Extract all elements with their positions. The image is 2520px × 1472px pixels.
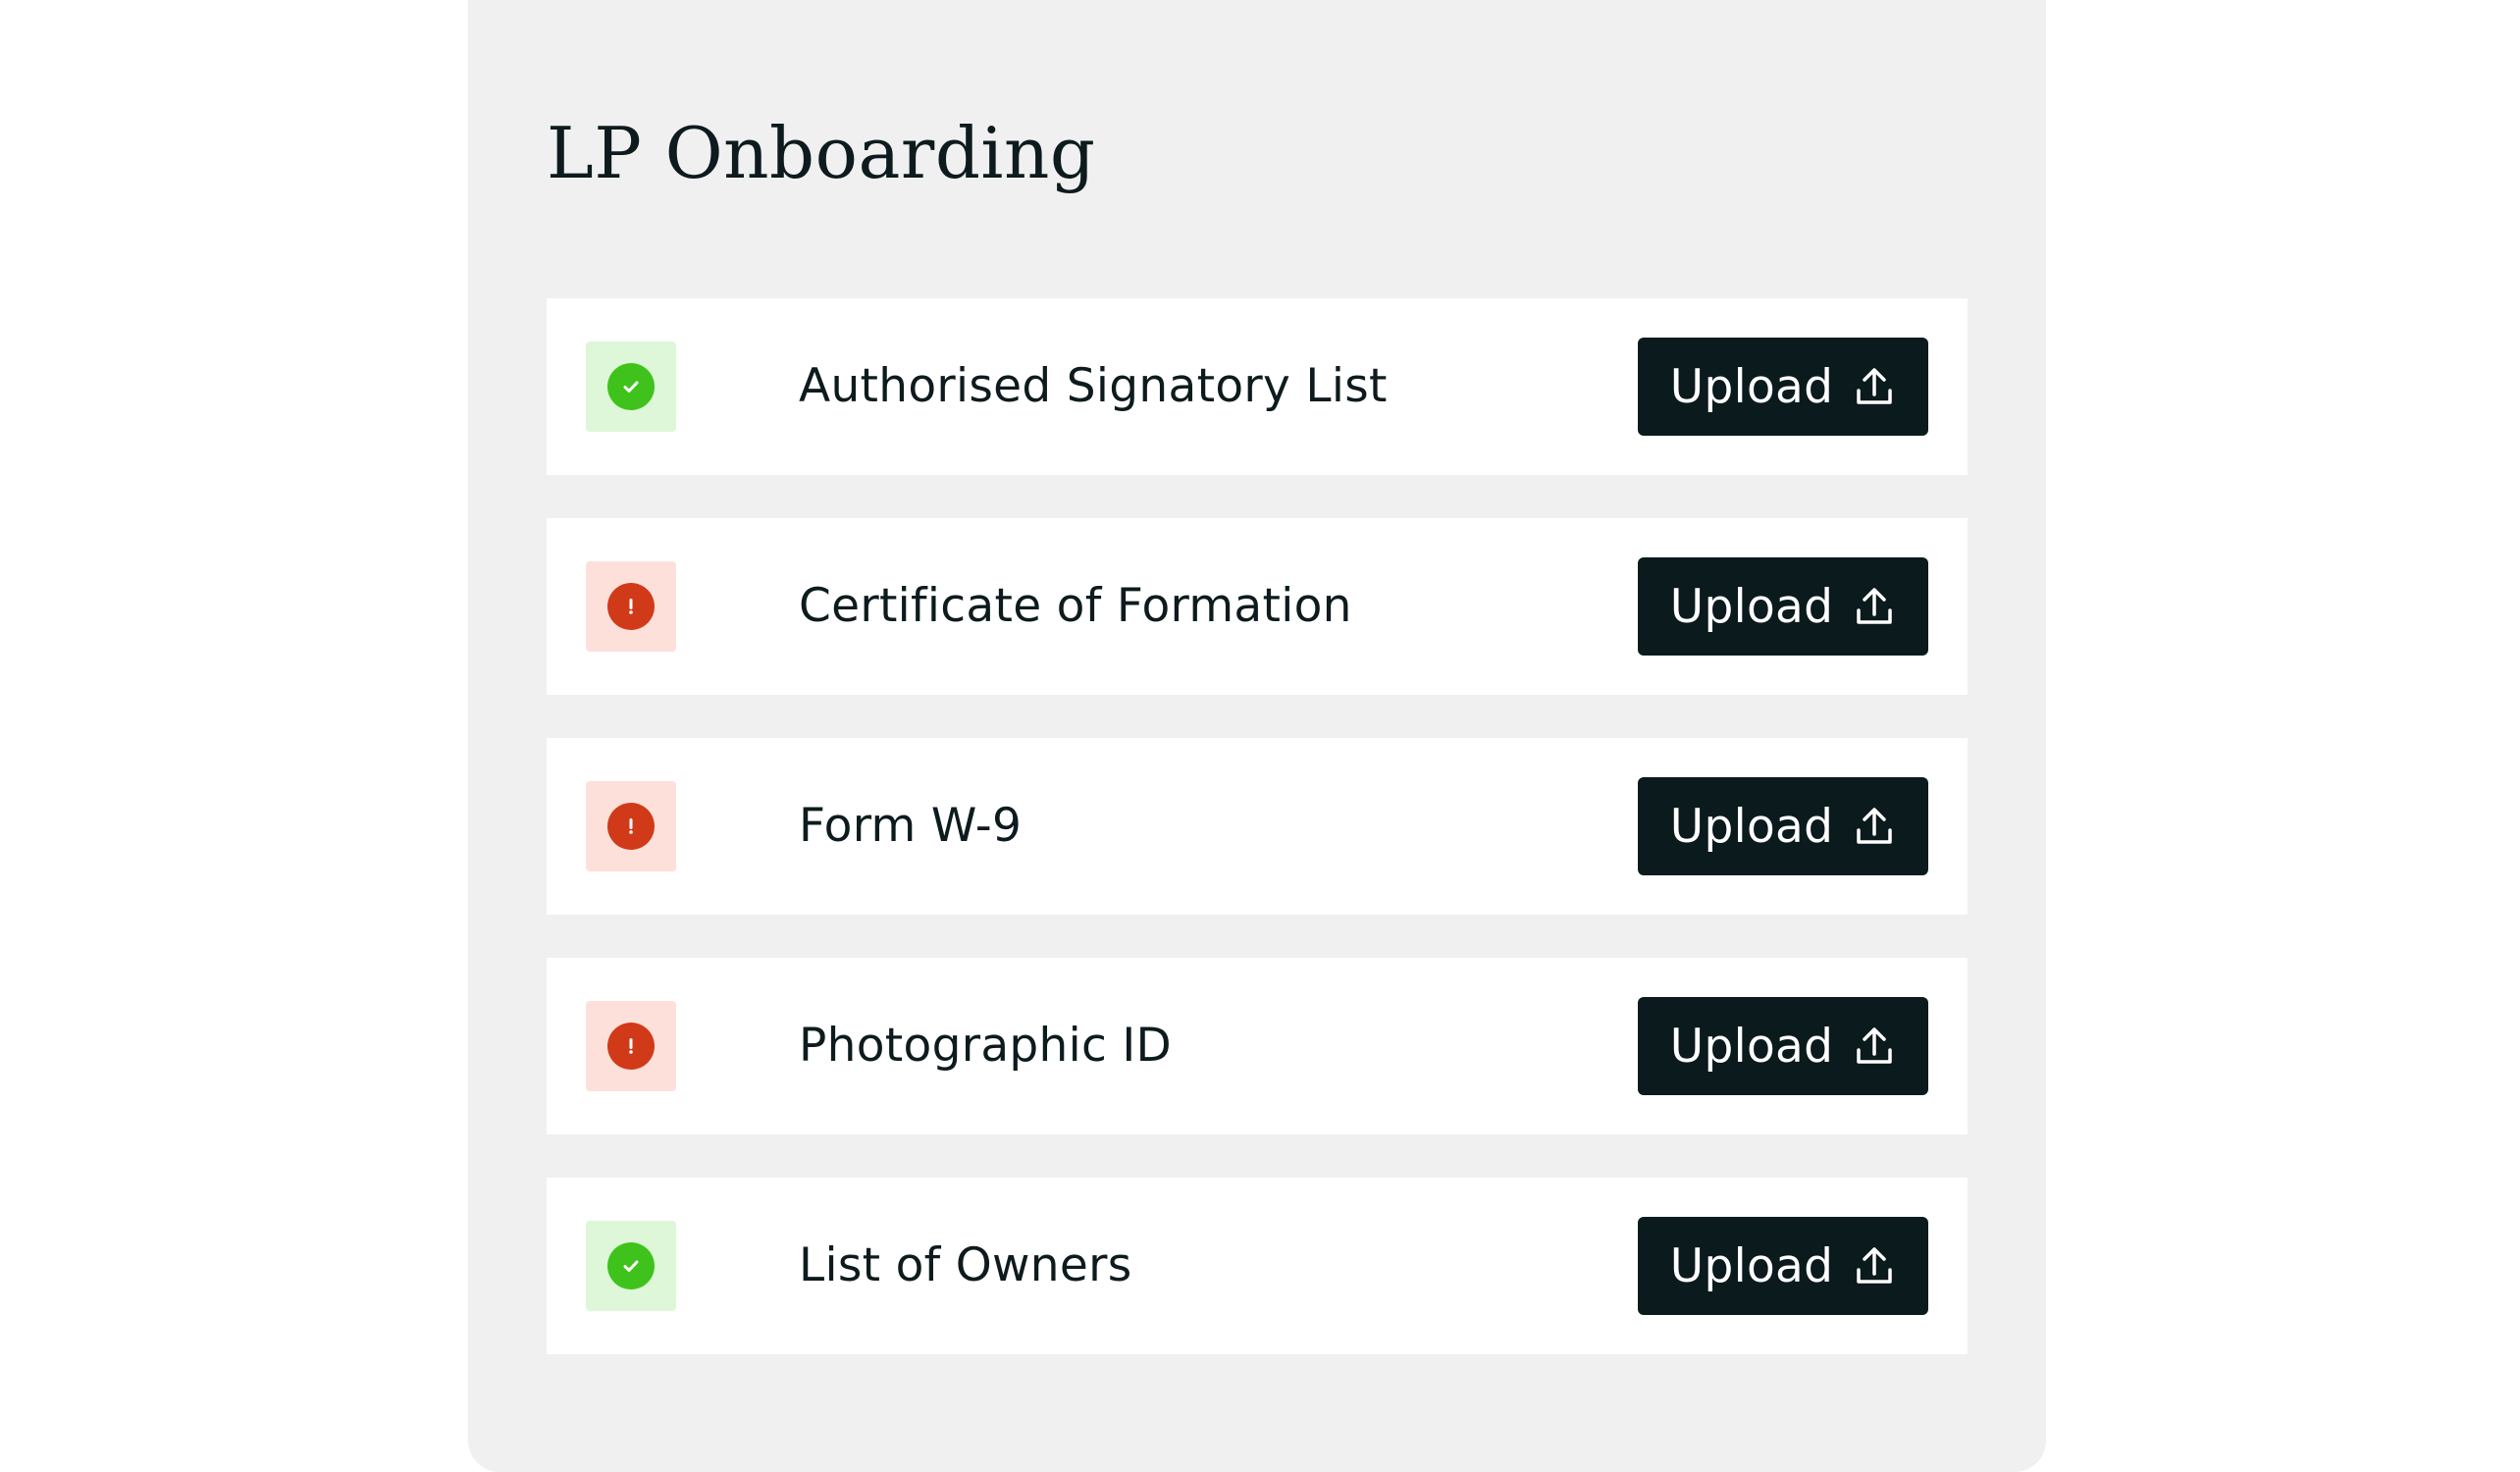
upload-button[interactable]: Upload bbox=[1638, 997, 1928, 1095]
card-title: LP Onboarding bbox=[547, 112, 1096, 194]
document-label: Photographic ID bbox=[799, 1019, 1173, 1073]
upload-icon bbox=[1857, 1027, 1892, 1064]
upload-button-label: Upload bbox=[1669, 1238, 1834, 1293]
document-label: Authorised Signatory List bbox=[799, 359, 1388, 413]
exclamation-circle-icon bbox=[607, 583, 655, 630]
check-circle-icon bbox=[607, 363, 655, 410]
onboarding-card: LP Onboarding Authorised Signatory List … bbox=[468, 0, 2046, 1472]
upload-button[interactable]: Upload bbox=[1638, 1217, 1928, 1315]
page: LP Onboarding Authorised Signatory List … bbox=[0, 0, 2520, 1472]
upload-button-label: Upload bbox=[1669, 359, 1834, 414]
upload-button[interactable]: Upload bbox=[1638, 338, 1928, 436]
document-label: List of Owners bbox=[799, 1238, 1132, 1292]
status-badge-complete bbox=[586, 342, 676, 432]
upload-icon bbox=[1857, 368, 1892, 404]
status-badge-missing bbox=[586, 561, 676, 652]
upload-button[interactable]: Upload bbox=[1638, 557, 1928, 656]
exclamation-circle-icon bbox=[607, 803, 655, 850]
status-badge-complete bbox=[586, 1221, 676, 1311]
upload-button-label: Upload bbox=[1669, 1019, 1834, 1074]
document-list: Authorised Signatory List Upload Certifi… bbox=[547, 298, 1968, 1397]
document-row: Authorised Signatory List Upload bbox=[547, 298, 1968, 475]
check-circle-icon bbox=[607, 1242, 655, 1289]
status-badge-missing bbox=[586, 1001, 676, 1091]
document-label: Certificate of Formation bbox=[799, 579, 1352, 633]
upload-button-label: Upload bbox=[1669, 799, 1834, 854]
document-row: List of Owners Upload bbox=[547, 1178, 1968, 1354]
document-row: Certificate of Formation Upload bbox=[547, 518, 1968, 695]
document-label: Form W-9 bbox=[799, 799, 1023, 853]
status-badge-missing bbox=[586, 781, 676, 871]
exclamation-circle-icon bbox=[607, 1023, 655, 1070]
upload-icon bbox=[1857, 808, 1892, 844]
upload-button-label: Upload bbox=[1669, 579, 1834, 634]
upload-icon bbox=[1857, 1247, 1892, 1284]
document-row: Photographic ID Upload bbox=[547, 958, 1968, 1134]
upload-button[interactable]: Upload bbox=[1638, 777, 1928, 875]
upload-icon bbox=[1857, 588, 1892, 624]
document-row: Form W-9 Upload bbox=[547, 738, 1968, 915]
